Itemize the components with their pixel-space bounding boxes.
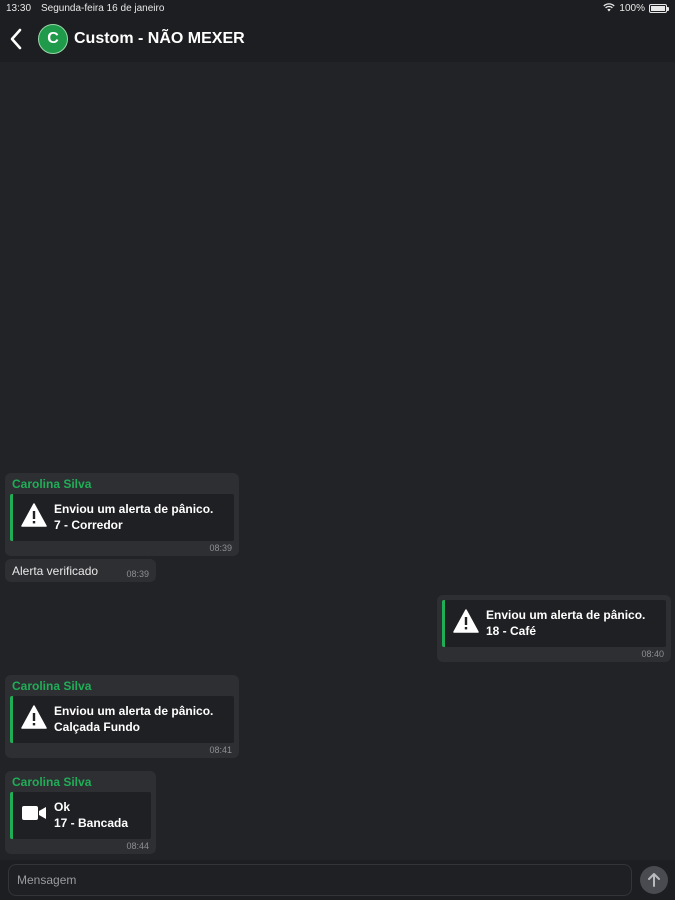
status-date: Segunda-feira 16 de janeiro bbox=[41, 3, 165, 14]
chat-title[interactable]: Custom - NÃO MEXER bbox=[74, 30, 245, 48]
back-button[interactable] bbox=[6, 26, 28, 52]
battery-percent: 100% bbox=[619, 3, 645, 14]
sender-name: Carolina Silva bbox=[12, 775, 92, 789]
alert-location: Calçada Fundo bbox=[54, 720, 141, 734]
message-time: 08:44 bbox=[126, 841, 149, 851]
alert-triangle-icon bbox=[21, 503, 47, 527]
message-bubble-own[interactable]: Enviou um alerta de pânico. 18 - Café 08… bbox=[437, 595, 671, 662]
arrow-up-icon bbox=[648, 873, 660, 887]
video-camera-icon bbox=[22, 806, 46, 820]
chat-screen: 13:30 Segunda-feira 16 de janeiro 100% C… bbox=[0, 0, 675, 900]
alert-card[interactable]: Enviou um alerta de pânico. 7 - Corredor bbox=[10, 494, 234, 541]
message-bubble[interactable]: Carolina Silva Enviou um alerta de pânic… bbox=[5, 473, 239, 556]
status-time: 13:30 bbox=[6, 3, 32, 14]
video-location: 17 - Bancada bbox=[54, 816, 129, 830]
video-card[interactable]: Ok 17 - Bancada bbox=[10, 792, 151, 839]
message-bubble[interactable]: Carolina Silva Enviou um alerta de pânic… bbox=[5, 675, 239, 758]
alert-location: 7 - Corredor bbox=[54, 518, 123, 532]
wifi-icon bbox=[603, 2, 616, 15]
sender-name: Carolina Silva bbox=[12, 477, 92, 491]
sender-name: Carolina Silva bbox=[12, 679, 92, 693]
alert-triangle-icon bbox=[453, 609, 479, 633]
avatar[interactable]: C bbox=[38, 24, 68, 54]
alert-triangle-icon bbox=[21, 705, 47, 729]
composer-bar bbox=[0, 860, 675, 900]
message-text: Alerta verificado bbox=[12, 564, 99, 578]
message-time: 08:40 bbox=[641, 649, 664, 659]
alert-title: Enviou um alerta de pânico. bbox=[54, 704, 214, 718]
chat-header: C Custom - NÃO MEXER bbox=[0, 18, 675, 62]
video-title: Ok bbox=[54, 800, 71, 814]
alert-title: Enviou um alerta de pânico. bbox=[486, 608, 646, 622]
message-time: 08:39 bbox=[209, 543, 232, 553]
message-time: 08:41 bbox=[209, 745, 232, 755]
message-bubble[interactable]: Alerta verificado 08:39 bbox=[5, 559, 156, 582]
battery-icon bbox=[649, 4, 669, 13]
status-bar: 13:30 Segunda-feira 16 de janeiro 100% bbox=[0, 0, 675, 18]
chevron-left-icon bbox=[10, 28, 22, 50]
message-bubble[interactable]: Carolina Silva Ok 17 - Bancada 08:44 bbox=[5, 771, 156, 854]
alert-card[interactable]: Enviou um alerta de pânico. 18 - Café bbox=[442, 600, 666, 647]
alert-title: Enviou um alerta de pânico. bbox=[54, 502, 214, 516]
message-input[interactable] bbox=[8, 864, 632, 896]
alert-location: 18 - Café bbox=[486, 624, 537, 638]
send-button[interactable] bbox=[640, 866, 668, 894]
alert-card[interactable]: Enviou um alerta de pânico. Calçada Fund… bbox=[10, 696, 234, 743]
message-time: 08:39 bbox=[126, 569, 149, 579]
status-right: 100% bbox=[603, 2, 669, 15]
